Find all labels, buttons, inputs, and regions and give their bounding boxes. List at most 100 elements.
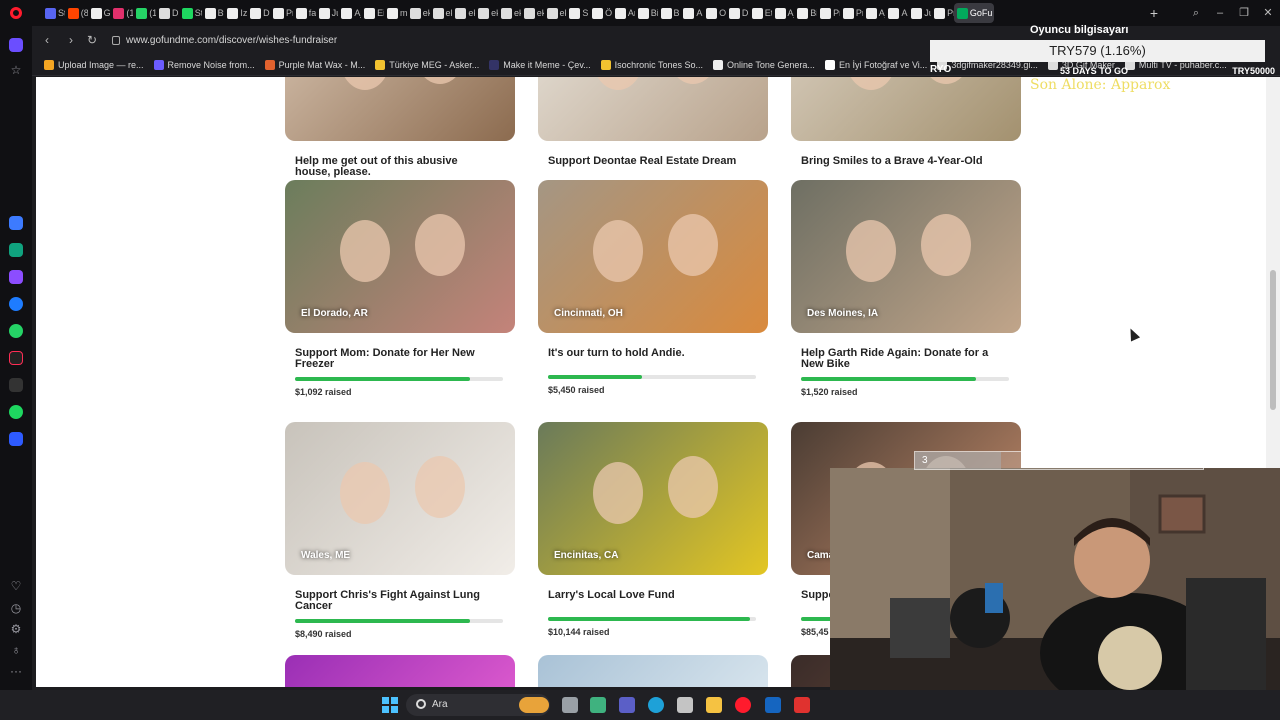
browser-tab[interactable]: Ar (612, 3, 635, 23)
browser-tab[interactable]: Bi (658, 3, 680, 23)
fundraiser-card[interactable]: Wales, ME Support Chris's Fight Against L… (285, 422, 515, 652)
browser-tab[interactable]: Aj (338, 3, 361, 23)
browser-tab[interactable]: Ei (361, 3, 384, 23)
browser-tab[interactable]: ek (452, 3, 475, 23)
store-icon[interactable] (677, 697, 693, 713)
fundraiser-title[interactable]: Support Deontae Real Estate Dream (548, 156, 748, 167)
fundraiser-photo[interactable] (285, 77, 515, 141)
fundraiser-card[interactable]: Cincinnati, OH It's our turn to hold Andi… (538, 180, 768, 410)
browser-tab[interactable]: Oi (703, 3, 726, 23)
browser-tab[interactable]: St (42, 3, 65, 23)
wps-icon[interactable] (794, 697, 810, 713)
bookmark-item[interactable]: Make it Meme - Çev... (489, 59, 591, 70)
browser-tab[interactable]: Pr (817, 3, 840, 23)
forward-button[interactable]: › (62, 31, 80, 49)
browser-tab[interactable]: Ai (885, 3, 908, 23)
browser-tab[interactable]: Iz (224, 3, 247, 23)
start-button[interactable] (382, 697, 398, 713)
browser-tab-active[interactable]: GoFu (953, 3, 994, 23)
bookmark-item[interactable]: En İyi Fotoğraf ve Vi... (824, 59, 927, 70)
minimize-button[interactable]: – (1208, 0, 1232, 26)
browser-tab[interactable]: Ju (908, 3, 931, 23)
player-icon[interactable] (9, 432, 23, 446)
teams-icon[interactable] (619, 697, 635, 713)
bookmark-item[interactable]: Upload Image — re... (44, 59, 144, 70)
browser-tab[interactable]: m (384, 3, 407, 23)
browser-tab[interactable]: Bt (202, 3, 224, 23)
home-icon[interactable] (9, 38, 23, 52)
chatgpt-icon[interactable] (9, 243, 23, 257)
fundraiser-title[interactable]: Help Garth Ride Again: Donate for a New … (801, 348, 1001, 370)
browser-tab[interactable]: Pr (931, 3, 954, 23)
browser-tab[interactable]: ek (521, 3, 544, 23)
opera-taskbar-icon[interactable] (735, 697, 751, 713)
browser-tab[interactable]: Di (156, 3, 179, 23)
browser-tab[interactable]: Di (247, 3, 270, 23)
browser-tab[interactable]: Pr (840, 3, 863, 23)
new-tab-button[interactable]: + (1147, 4, 1161, 22)
browser-tab[interactable]: Bi (794, 3, 817, 23)
back-button[interactable]: ‹ (38, 31, 56, 49)
outlook-icon[interactable] (765, 697, 781, 713)
browser-tab[interactable]: Ju (316, 3, 338, 23)
spotify-icon[interactable] (9, 405, 23, 419)
fundraiser-photo[interactable]: Des Moines, IA (791, 180, 1021, 333)
cs-icon[interactable] (9, 270, 23, 284)
reload-button[interactable]: ↻ (83, 31, 101, 49)
fundraiser-card[interactable]: El Dorado, AR Support Mom: Donate for Her… (285, 180, 515, 410)
heart-icon[interactable]: ♡ (8, 578, 24, 594)
bookmark-item[interactable]: Purple Mat Wax - M... (264, 59, 365, 70)
browser-tab[interactable]: Ö (589, 3, 612, 23)
browser-tab[interactable]: Pr (270, 3, 293, 23)
fundraiser-title[interactable]: Support Mom: Donate for Her New Freezer (295, 348, 495, 370)
browser-tab[interactable]: Et (749, 3, 772, 23)
browser-tab[interactable]: D (726, 3, 749, 23)
star-icon[interactable]: ☆ (8, 62, 24, 78)
fundraiser-photo[interactable] (791, 77, 1021, 141)
browser-tab[interactable]: ek (430, 3, 452, 23)
browser-tab[interactable]: ek (498, 3, 521, 23)
scrollbar-thumb[interactable] (1270, 270, 1276, 410)
browser-tab[interactable]: (1 (133, 3, 156, 23)
fundraiser-title[interactable]: It's our turn to hold Andie. (548, 348, 748, 359)
history-icon[interactable]: ◷ (8, 600, 24, 616)
messenger-icon[interactable] (9, 297, 23, 311)
search-tabs-icon[interactable]: ⌕ (1184, 0, 1208, 26)
fundraiser-photo[interactable]: Wales, ME (285, 422, 515, 575)
browser-tab[interactable]: Gi (88, 3, 110, 23)
edge-icon[interactable] (648, 697, 664, 713)
browser-tab[interactable]: (1 (110, 3, 133, 23)
bookmark-item[interactable]: Isochronic Tones So... (600, 59, 703, 70)
bookmark-item[interactable]: Türkiye MEG - Asker... (375, 59, 479, 70)
fundraiser-card[interactable]: Des Moines, IA Help Garth Ride Again: Don… (791, 180, 1021, 410)
opera-logo-icon[interactable] (0, 0, 32, 26)
bookmark-item[interactable]: Remove Noise from... (153, 59, 255, 70)
browser-tab[interactable]: Ar (680, 3, 703, 23)
close-window-button[interactable]: ✕ (1256, 0, 1280, 26)
fundraiser-title[interactable]: Larry's Local Love Fund (548, 590, 748, 601)
browser-tab[interactable]: ek (544, 3, 566, 23)
copilot-icon[interactable] (590, 697, 606, 713)
x-icon[interactable] (9, 378, 23, 392)
browser-tab[interactable]: St (179, 3, 202, 23)
fundraiser-title[interactable]: Bring Smiles to a Brave 4-Year-Old (801, 156, 1001, 167)
browser-tab[interactable]: Aj (863, 3, 885, 23)
browser-tab[interactable]: fa (293, 3, 316, 23)
fundraiser-card-partial[interactable] (285, 655, 515, 687)
browser-tab[interactable]: ek (407, 3, 430, 23)
aria-icon[interactable] (9, 216, 23, 230)
lightbulb-icon[interactable]: ♁ (8, 642, 24, 658)
browser-tab[interactable]: Bi (635, 3, 658, 23)
widgets-icon[interactable] (519, 697, 549, 713)
settings-icon[interactable]: ⚙ (8, 621, 24, 637)
task-view-icon[interactable] (562, 697, 578, 713)
fundraiser-photo[interactable]: El Dorado, AR (285, 180, 515, 333)
fundraiser-card[interactable]: Encinitas, CA Larry's Local Love Fund $10,… (538, 422, 768, 652)
fundraiser-title[interactable]: Help me get out of this abusive house, p… (295, 156, 495, 178)
fundraiser-photo[interactable]: Encinitas, CA (538, 422, 768, 575)
browser-tab[interactable]: ek (475, 3, 498, 23)
fundraiser-photo[interactable]: Cincinnati, OH (538, 180, 768, 333)
browser-tab[interactable]: Aj (772, 3, 794, 23)
tiktok-icon[interactable] (9, 351, 23, 365)
url-field[interactable]: www.gofundme.com/discover/wishes-fundrai… (112, 31, 932, 49)
